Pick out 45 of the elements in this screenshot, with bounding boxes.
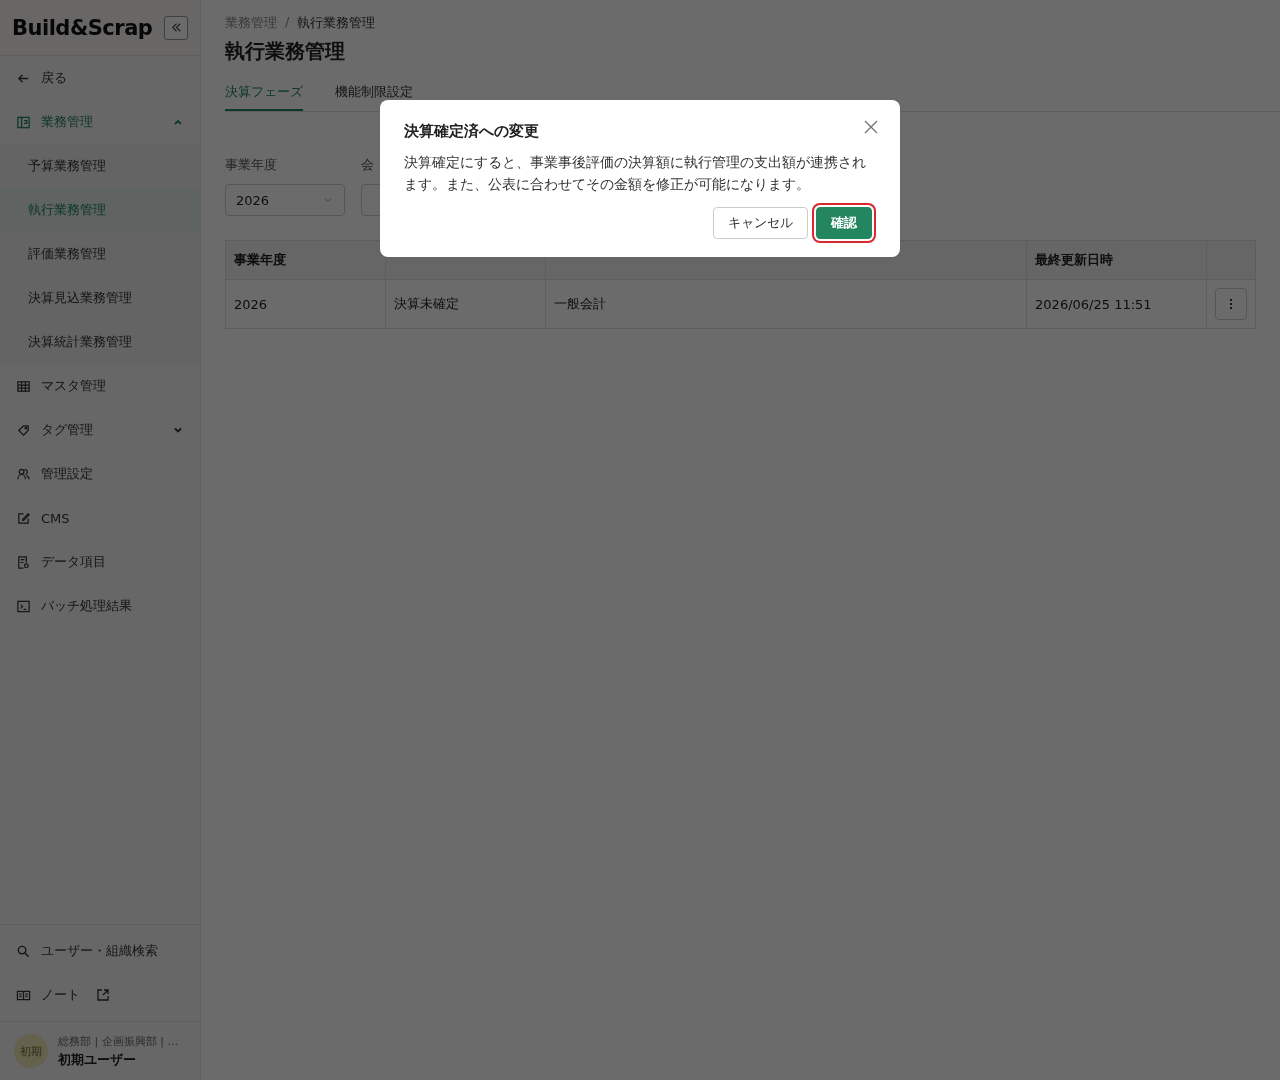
user-name: 初期ユーザー: [58, 1050, 137, 1069]
sidebar-item[interactable]: 管理設定: [0, 452, 200, 496]
collapse-sidebar-button[interactable]: [164, 15, 188, 40]
sidebar-item[interactable]: CMS: [0, 496, 200, 540]
search-icon: [16, 943, 31, 959]
sidebar-item[interactable]: 決算見込業務管理: [0, 276, 200, 320]
tab[interactable]: 機能制限設定: [335, 79, 413, 111]
sidebar-item[interactable]: ユーザー・組織検索: [0, 929, 200, 973]
tag-icon: [16, 422, 31, 438]
breadcrumb-item: 執行業務管理: [297, 14, 376, 32]
table-cell: 決算未確定: [385, 279, 546, 329]
sidebar-item[interactable]: 執行業務管理: [0, 188, 200, 232]
panel-icon: [16, 114, 31, 130]
cancel-button[interactable]: キャンセル: [713, 207, 808, 239]
tab[interactable]: 決算フェーズ: [225, 79, 303, 111]
sidebar-item[interactable]: ノート: [0, 973, 200, 1017]
column-header: 事業年度: [225, 240, 386, 280]
table-cell: 2026: [225, 279, 386, 329]
sidebar-item[interactable]: 決算統計業務管理: [0, 320, 200, 364]
document-icon: [16, 554, 31, 570]
vertical-dots-icon: [1228, 297, 1233, 311]
dialog-title: 決算確定済への変更: [404, 122, 539, 141]
select-field[interactable]: 2026: [225, 184, 345, 216]
people-icon: [16, 466, 31, 482]
sidebar-group[interactable]: タグ管理: [0, 408, 200, 452]
filter-label: 事業年度: [225, 156, 277, 174]
sidebar-item[interactable]: データ項目: [0, 540, 200, 584]
edit-icon: [16, 510, 31, 526]
table-icon: [16, 378, 31, 394]
logo: Build&Scrap: [12, 15, 153, 40]
sidebar-item[interactable]: バッチ処理結果: [0, 584, 200, 628]
terminal-icon: [16, 598, 31, 614]
sidebar-group[interactable]: 業務管理: [0, 100, 200, 144]
sidebar-item[interactable]: 予算業務管理: [0, 144, 200, 188]
breadcrumb-separator: /: [285, 14, 290, 31]
page-title: 執行業務管理: [225, 38, 346, 65]
dialog-message: 決算確定にすると、事業事後評価の決算額に執行管理の支出額が連携されます。また、公表に合わせてその金額を修正が可能になります。: [404, 153, 867, 194]
table-cell: 2026/06/25 11:51: [1026, 279, 1207, 329]
back-link[interactable]: 戻る: [0, 56, 200, 100]
filter-label: 会: [361, 156, 374, 174]
sidebar-item[interactable]: マスタ管理: [0, 364, 200, 408]
column-header: 最終更新日時: [1026, 240, 1207, 280]
close-icon[interactable]: [862, 118, 880, 136]
external-link-icon: [96, 988, 110, 1002]
sidebar-item[interactable]: 評価業務管理: [0, 232, 200, 276]
